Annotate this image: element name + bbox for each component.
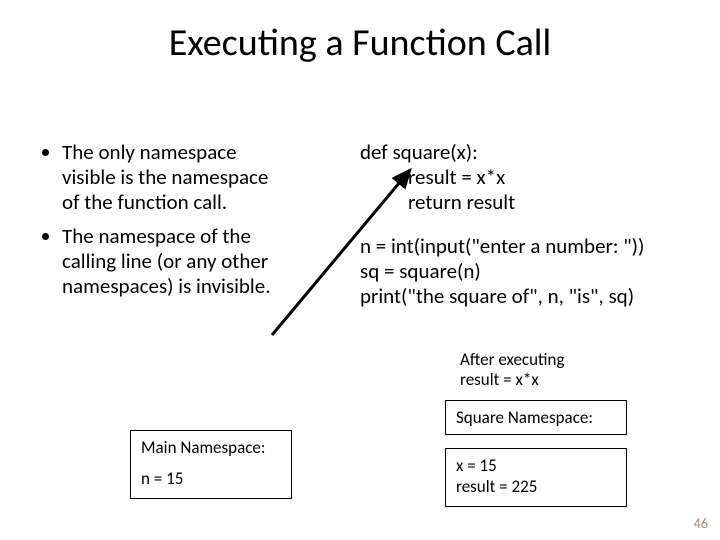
code-line: def square(x): (360, 140, 700, 165)
code-line: sq = square(n) (360, 259, 700, 284)
main-namespace-box: Main Namespace: n = 15 (130, 430, 292, 499)
code-block: def square(x): result = x*x return resul… (360, 140, 700, 309)
code-line: print("the square of", n, "is", sq) (360, 284, 700, 309)
slide-title: Executing a Function Call (0, 20, 720, 66)
annotation-line: After executing (460, 350, 564, 370)
annotation-after-exec: After executing result = x*x (460, 350, 564, 391)
code-line: return result (360, 190, 700, 215)
box-value: x = 15 (456, 455, 616, 476)
bullet-item: The namespace of the calling line (or an… (62, 224, 290, 300)
square-namespace-values-box: x = 15 result = 225 (445, 448, 627, 507)
box-value: result = 225 (456, 476, 616, 497)
bullet-list: The only namespace visible is the namesp… (40, 140, 290, 307)
square-namespace-title-box: Square Namespace: (445, 400, 627, 435)
box-title: Square Namespace: (456, 407, 616, 428)
box-value: n = 15 (141, 468, 281, 489)
code-line: n = int(input("enter a number: ")) (360, 234, 700, 259)
code-line: result = x*x (360, 165, 700, 190)
page-number: 46 (694, 515, 708, 532)
bullet-item: The only namespace visible is the namesp… (62, 140, 290, 216)
box-title: Main Namespace: (141, 437, 281, 458)
annotation-line: result = x*x (460, 370, 564, 390)
